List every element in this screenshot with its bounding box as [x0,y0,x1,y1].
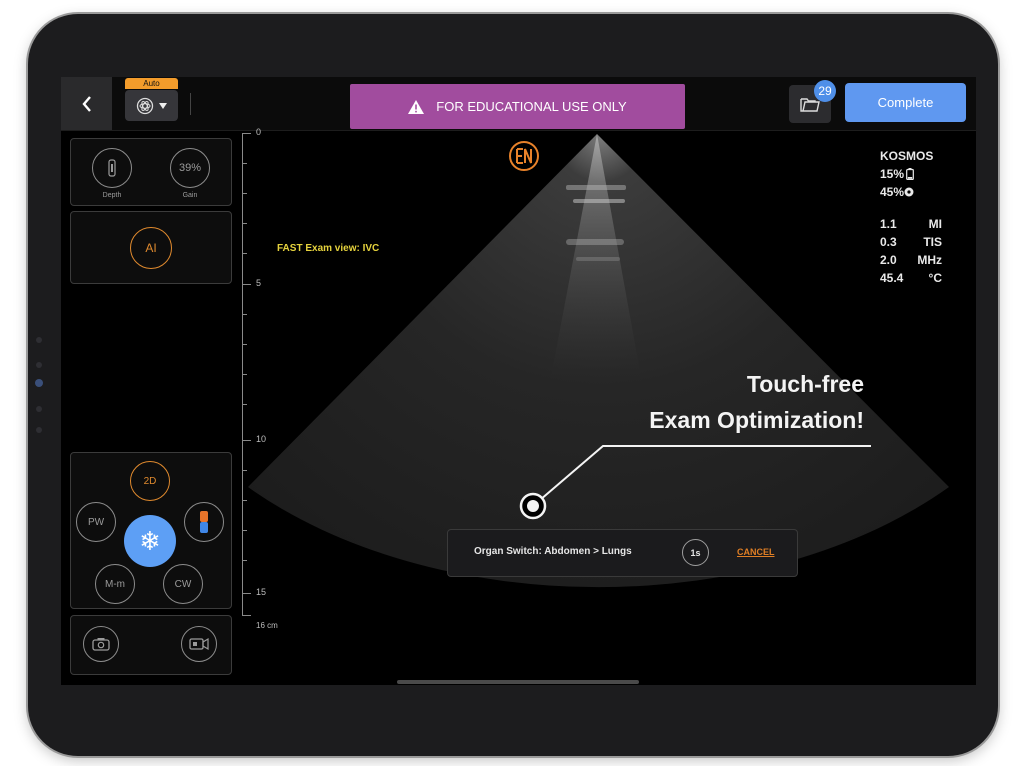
mode-pw-button[interactable]: PW [76,502,116,542]
scale-tick [242,133,251,134]
scale-tick [242,404,247,405]
mode-2d-button[interactable]: 2D [130,461,170,501]
preset-selector[interactable] [125,90,178,121]
auto-badge: Auto [125,78,178,89]
educational-banner: FOR EDUCATIONAL USE ONLY [350,84,685,129]
camera-indicator [35,379,43,387]
camera-icon [92,638,110,651]
record-video-button[interactable] [181,626,217,662]
scale-unit-label: 16 cm [256,621,278,630]
battery-row: 15% [880,165,914,183]
depth-label: Depth [102,192,122,199]
side-button [36,337,42,343]
scale-tick [242,440,251,441]
param-row: 2.0 MHz [880,253,942,267]
gain-label: Gain [182,192,198,199]
snowflake-icon: ❄ [139,525,161,556]
chevron-left-icon [81,95,91,112]
battery-percent: 15% [880,167,905,181]
ai-panel: AI [70,211,232,284]
mode-cw-button[interactable]: CW [163,564,203,604]
divider [190,93,191,115]
capture-panel [70,615,232,675]
educational-banner-text: FOR EDUCATIONAL USE ONLY [436,99,627,114]
capture-image-button[interactable] [83,626,119,662]
scale-tick [242,284,251,285]
ai-button[interactable]: AI [130,227,172,269]
caret-down-icon [159,102,167,109]
status-row: 45% [880,183,914,201]
warning-icon [408,99,425,114]
gain-knob[interactable]: 39% [170,148,210,188]
scale-label: 15 [256,587,267,597]
side-button [36,427,42,433]
video-record-icon [189,637,209,651]
countdown-timer: 1s [682,539,709,566]
scale-tick [242,223,247,224]
depth-knob[interactable] [92,148,132,188]
headline-line-2: Exam Optimization! [649,407,864,433]
exam-count-badge: 29 [814,80,836,102]
scale-tick [242,314,247,315]
freeze-button[interactable]: ❄ [124,515,176,567]
headline-line-1: Touch-free [746,371,864,397]
scale-tick [242,530,247,531]
scale-tick [242,163,247,164]
scale-tick [242,193,247,194]
home-indicator[interactable] [397,680,639,684]
back-button[interactable] [61,77,112,130]
organ-switch-text: Organ Switch: Abdomen > Lungs [474,546,632,557]
side-button [36,406,42,412]
app-screen: Auto FOR EDUCATIONAL USE ONLY 29 Complet… [61,77,976,685]
organ-switch-toast: Organ Switch: Abdomen > Lungs 1s CANCEL [447,529,798,577]
scale-tick [242,593,251,594]
atom-icon [136,97,154,114]
scale-label: 10 [256,434,267,444]
scale-tick [242,615,251,616]
status-percent: 45% [880,185,905,199]
scale-tick [242,560,247,561]
device-name: KOSMOS [880,149,934,163]
complete-button[interactable]: Complete [845,83,966,122]
scale-label: 5 [256,278,262,288]
scale-tick [242,500,247,501]
scale-tick [242,344,247,345]
scale-tick [242,374,247,375]
color-doppler-icon [200,511,208,533]
scale-label: 0 [256,127,262,137]
feature-headline: Touch-free Exam Optimization! [649,366,864,438]
scale-tick [242,470,247,471]
scale-tick [242,253,247,254]
exam-view-label: FAST Exam view: IVC [277,243,380,254]
battery-icon [906,168,914,180]
top-bar: Auto FOR EDUCATIONAL USE ONLY 29 Complet… [61,77,976,131]
cancel-button[interactable]: CANCEL [737,547,775,557]
brand-logo-icon [509,141,539,171]
circle-dot-icon [904,187,914,197]
param-row: 0.3 TIS [880,235,942,249]
depth-icon [108,159,116,177]
readouts-panel: KOSMOS 15% 45% 1.1 MI 0.3 TIS 2.0 MHz 45.4 °… [880,147,942,287]
depth-gain-panel: Depth 39% Gain [70,138,232,206]
color-doppler-button[interactable] [184,502,224,542]
param-row: 45.4 °C [880,271,942,285]
side-button [36,362,42,368]
mode-mm-button[interactable]: M-m [95,564,135,604]
depth-scale: 0 5 10 15 16 cm [242,127,282,633]
param-row: 1.1 MI [880,217,942,231]
